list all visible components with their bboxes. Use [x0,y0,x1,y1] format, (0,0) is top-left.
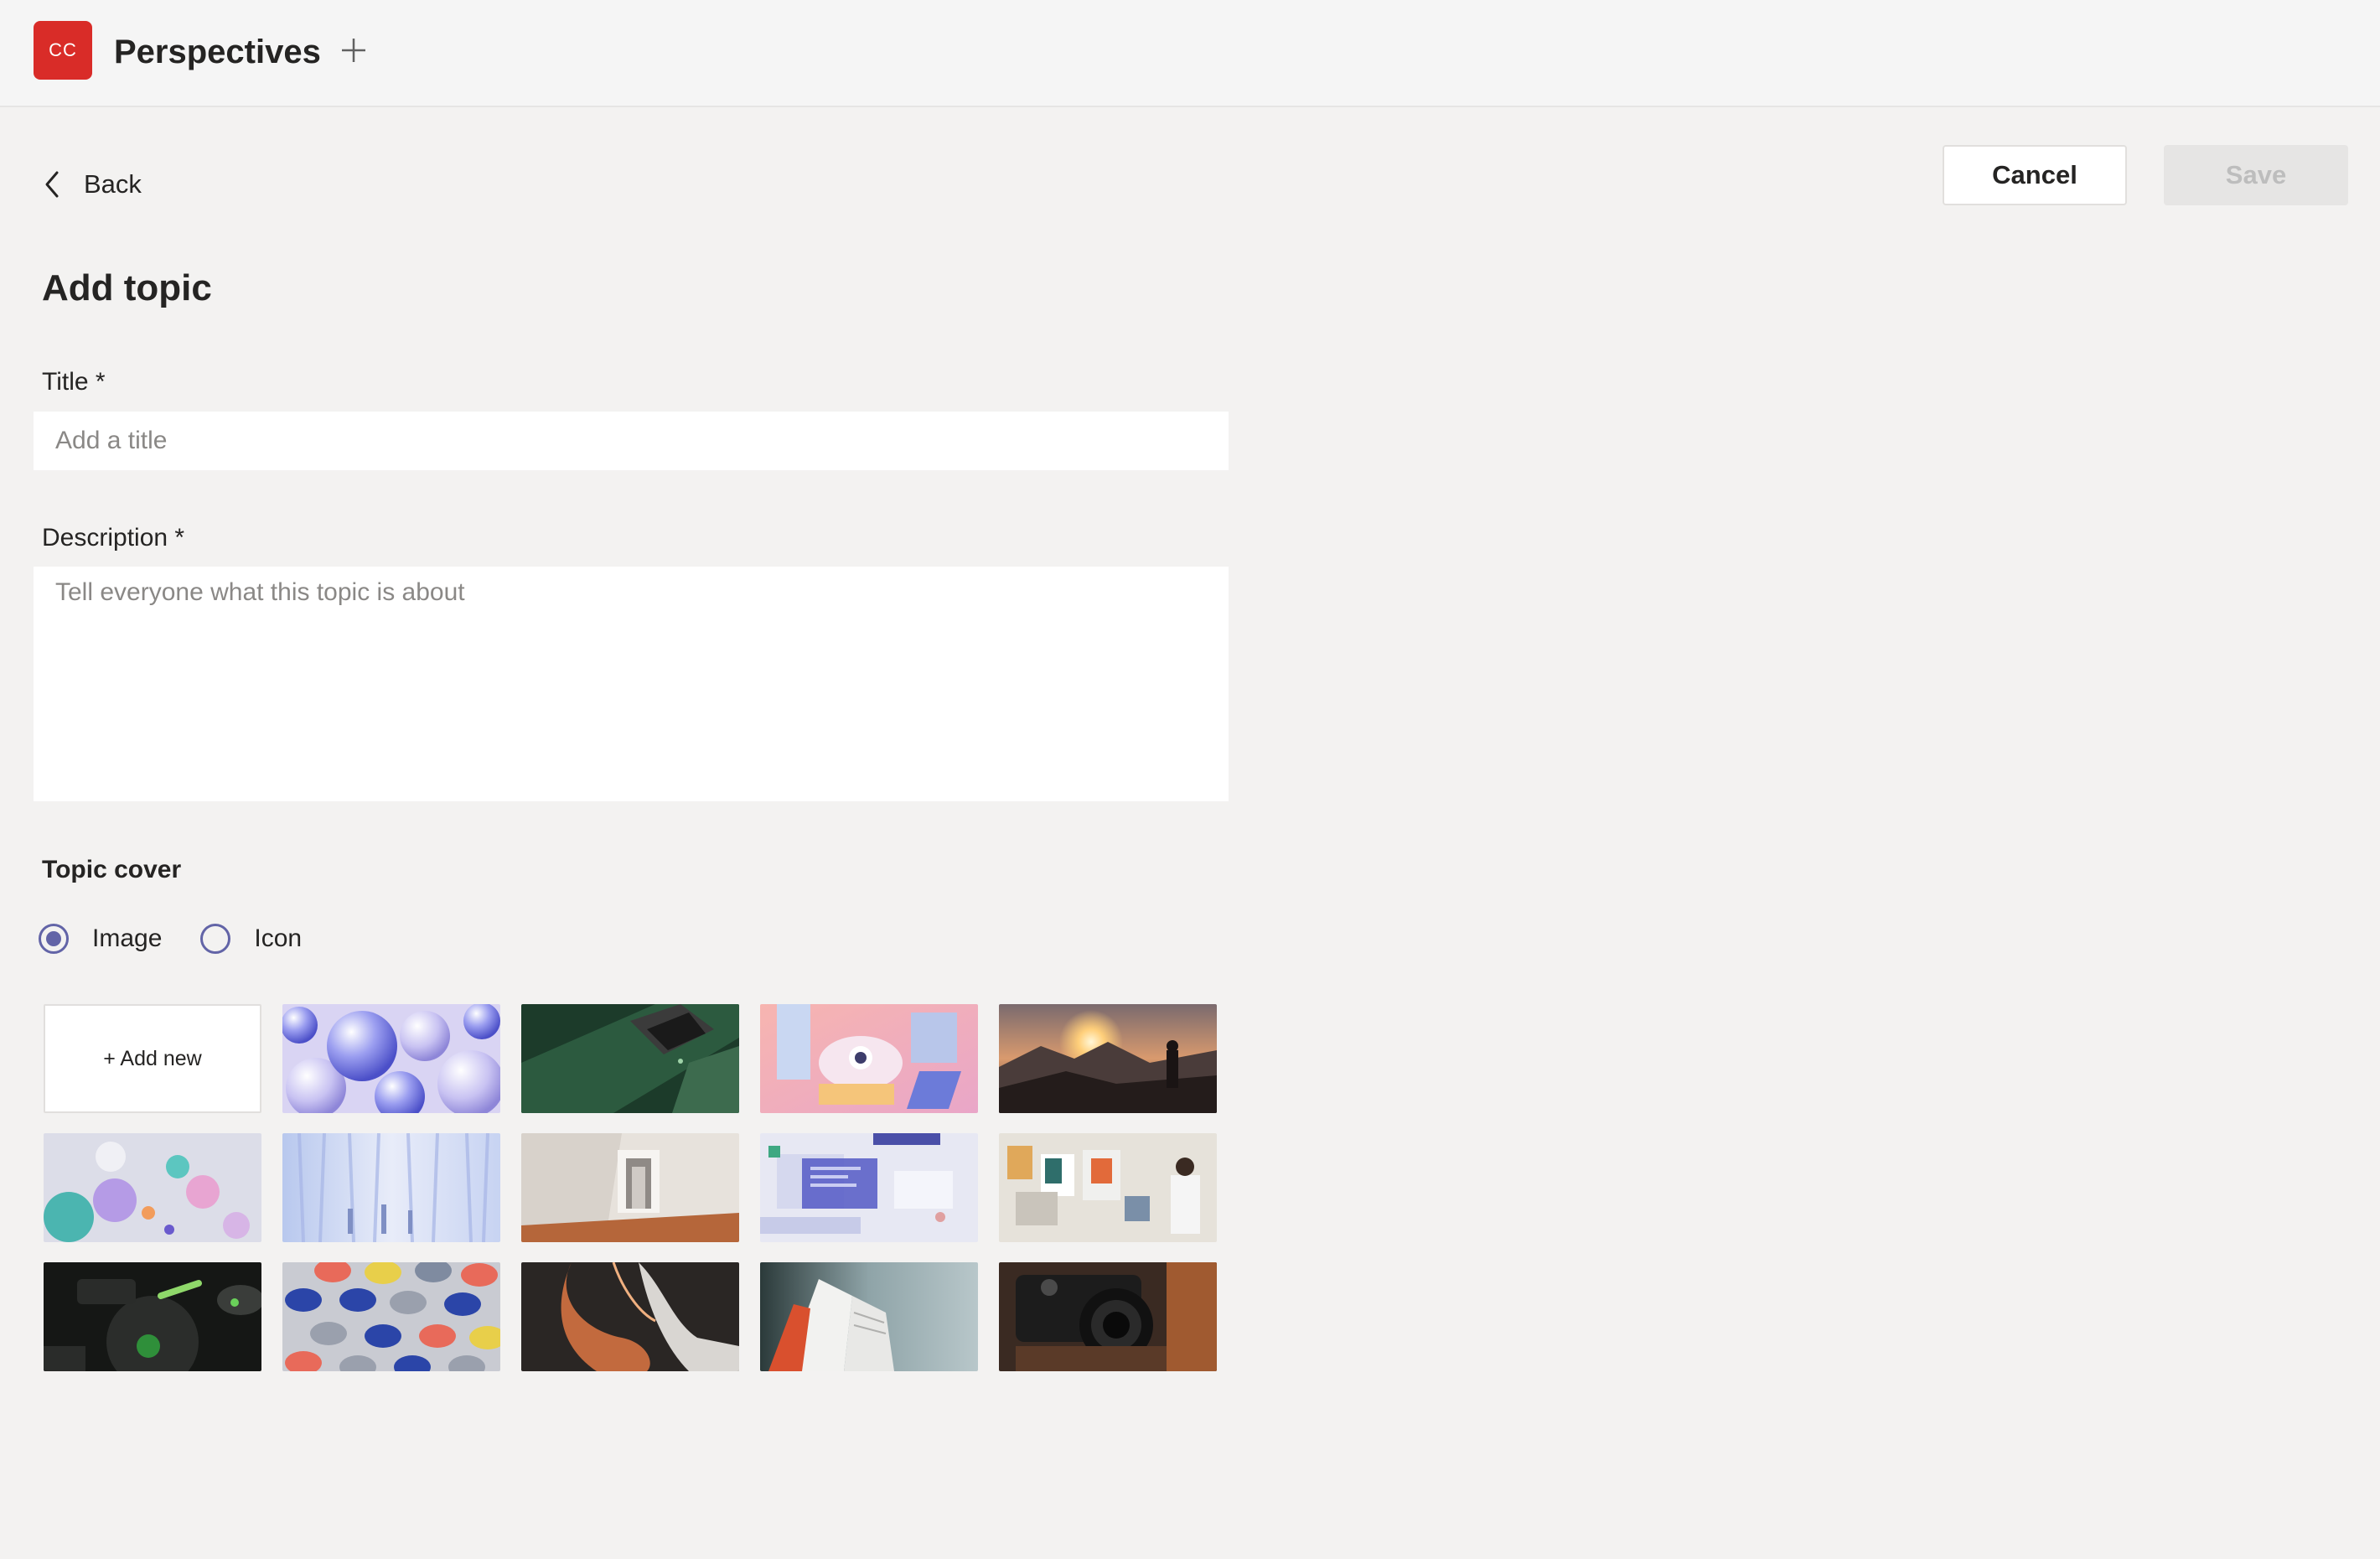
title-field-label: Title * [42,368,106,396]
add-new-cover-button[interactable]: + Add new [44,1004,261,1113]
back-button[interactable]: Back [40,164,142,205]
app-title: Perspectives [114,34,321,70]
radio-icon-label: Icon [254,925,303,952]
app-logo: CC [34,21,92,80]
add-tab-icon[interactable] [339,35,369,65]
cover-type-radio-group: Image Icon [39,919,340,959]
chevron-left-icon [45,171,59,198]
cover-image-dark-office-chairs[interactable] [521,1262,739,1371]
cover-image-dark-green-abstract[interactable] [44,1262,261,1371]
radio-icon-circle[interactable] [200,924,231,954]
cover-image-floating-balls[interactable] [44,1133,261,1242]
app-logo-text: CC [49,39,77,60]
cover-image-artist-wall-studio[interactable] [999,1133,1217,1242]
add-new-label: + Add new [103,1046,202,1070]
cover-image-purple-spheres[interactable] [282,1004,500,1113]
back-label: Back [84,169,142,199]
title-input[interactable] [34,412,1229,470]
page-title: Add topic [42,267,212,308]
app-header: CC Perspectives [0,0,2380,107]
cover-image-colored-cups-pattern[interactable] [282,1262,500,1371]
cover-image-green-geometric[interactable] [521,1004,739,1113]
radio-image-circle[interactable] [39,924,69,954]
radio-image-option[interactable]: Image [39,919,162,959]
cover-image-white-doorway-interior[interactable] [521,1133,739,1242]
cancel-button[interactable]: Cancel [1943,145,2127,205]
description-field-label: Description * [42,524,185,552]
cover-image-grid: + Add new [44,1004,1217,1371]
cover-image-blue-curtains-figures[interactable] [282,1133,500,1242]
radio-image-label: Image [92,925,163,952]
radio-selected-dot [46,931,61,946]
cover-image-ui-screens-collage[interactable] [760,1133,978,1242]
save-button[interactable]: Save [2164,145,2348,205]
cover-image-pastel-architecture[interactable] [760,1004,978,1113]
cover-image-vintage-camera[interactable] [999,1262,1217,1371]
description-textarea[interactable] [34,567,1229,801]
topic-cover-label: Topic cover [42,856,182,883]
radio-icon-option[interactable]: Icon [200,919,302,959]
cover-image-open-book-closeup[interactable] [760,1262,978,1371]
cover-image-mountain-sunset-hiker[interactable] [999,1004,1217,1113]
